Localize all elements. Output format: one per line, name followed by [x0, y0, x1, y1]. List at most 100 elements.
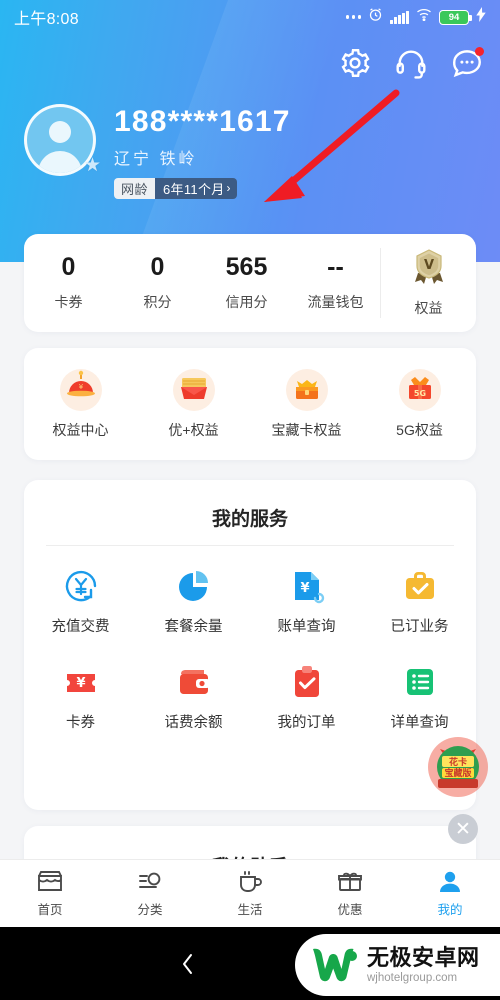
clipboard-check-icon — [287, 662, 327, 702]
header-action-group — [338, 46, 484, 80]
store-icon — [36, 869, 64, 895]
service-label: 已订业务 — [390, 619, 449, 635]
service-item-bill-query[interactable]: ¥ 账单查询 — [250, 566, 363, 636]
gift-ball-icon: ¥ — [59, 368, 103, 412]
stat-label: 积分 — [143, 293, 172, 310]
svg-text:5G: 5G — [413, 389, 425, 398]
wifi-icon — [416, 8, 432, 26]
benefit-item-treasure-card[interactable]: 宝藏卡权益 — [250, 368, 363, 440]
service-label: 话费余额 — [164, 715, 223, 731]
stat-item-points[interactable]: 0 积分 — [113, 252, 202, 312]
service-item-recharge[interactable]: 充值交费 — [24, 566, 137, 636]
netage-badge-value: 6年11个月 › — [155, 177, 237, 199]
benefit-item-rights-center[interactable]: ¥ 权益中心 — [24, 368, 137, 440]
service-label: 套餐余量 — [164, 619, 223, 635]
stat-item-rights[interactable]: V 权益 — [380, 248, 476, 318]
settings-icon[interactable] — [338, 46, 372, 80]
stat-value: 0 — [61, 252, 76, 281]
stats-card: 0 卡券 0 积分 565 信用分 -- 流量钱包 V 权益 — [24, 234, 476, 332]
headset-icon[interactable] — [394, 46, 428, 80]
gift-icon — [336, 869, 364, 895]
nav-item-offers[interactable]: 优惠 — [300, 869, 400, 918]
benefit-item-you-plus[interactable]: 优+权益 — [137, 368, 250, 440]
service-label: 账单查询 — [277, 619, 336, 635]
avatar-head — [49, 121, 71, 143]
treasure-chest-icon — [285, 368, 329, 412]
service-label: 充值交费 — [51, 619, 110, 635]
nav-label: 优惠 — [337, 903, 363, 917]
red-envelope-icon — [172, 368, 216, 412]
recharge-yuan-icon — [61, 566, 101, 606]
coffee-cup-icon — [236, 869, 264, 895]
benefits-card: ¥ 权益中心 优+权益 宝藏卡权益 5G 5G权益 — [24, 348, 476, 460]
bill-document-icon: ¥ — [287, 566, 327, 606]
stat-item-credit-score[interactable]: 565 信用分 — [202, 254, 291, 312]
list-lines-icon — [400, 662, 440, 702]
profile-block[interactable]: ★ 188****1617 辽宁 铁岭 网龄 6年11个月 › — [24, 104, 291, 199]
nav-item-life[interactable]: 生活 — [200, 869, 300, 918]
service-item-my-orders[interactable]: 我的订单 — [250, 662, 363, 732]
services-title: 我的服务 — [211, 509, 288, 530]
netage-duration: 6年11个月 — [163, 181, 225, 197]
chat-badge-dot — [475, 47, 484, 56]
service-item-wallet-balance[interactable]: 话费余额 — [137, 662, 250, 732]
bottom-nav-bar: 首页 分类 生活 优惠 我的 — [0, 859, 500, 927]
benefit-item-5g[interactable]: 5G 5G权益 — [363, 368, 476, 440]
service-item-plan-balance[interactable]: 套餐余量 — [137, 566, 250, 636]
stat-item-data-wallet[interactable]: -- 流量钱包 — [291, 254, 380, 312]
service-item-subscribed[interactable]: 已订业务 — [363, 566, 476, 636]
battery-percent: 94 — [448, 11, 460, 23]
benefit-label: 5G权益 — [396, 422, 443, 438]
watermark: 无极安卓网 wjhotelgroup.com — [295, 934, 500, 996]
nav-item-category[interactable]: 分类 — [100, 869, 200, 918]
5g-gift-icon: 5G — [398, 368, 442, 412]
svg-text:¥: ¥ — [300, 581, 309, 596]
profile-info: 188****1617 辽宁 铁岭 网龄 6年11个月 › — [114, 104, 291, 199]
service-item-detail-query[interactable]: 详单查询 — [363, 662, 476, 732]
services-grid: 充值交费 套餐余量 ¥ 账单查询 已订业务 ¥ 卡券 话费余额 我的订单 详单查… — [24, 546, 476, 758]
chevron-right-icon: › — [226, 181, 231, 196]
chat-icon[interactable] — [450, 46, 484, 80]
service-item-coupons[interactable]: ¥ 卡券 — [24, 662, 137, 732]
region-label: 辽宁 铁岭 — [114, 150, 198, 168]
svg-text:¥: ¥ — [76, 676, 85, 691]
signal-bars-icon — [390, 10, 409, 24]
charging-bolt-icon — [476, 7, 486, 27]
status-icon-group: 94 — [345, 7, 486, 27]
services-card: 我的服务 充值交费 套餐余量 ¥ 账单查询 已订业务 ¥ 卡券 话费余额 我的订… — [24, 480, 476, 810]
alarm-icon — [368, 7, 383, 27]
battery-icon: 94 — [439, 9, 472, 25]
stat-label: 卡券 — [54, 293, 83, 310]
avatar-star-badge-icon: ★ — [84, 155, 102, 176]
android-back-icon[interactable] — [177, 949, 199, 979]
nav-item-home[interactable]: 首页 — [0, 869, 100, 918]
person-icon — [436, 869, 464, 895]
status-time: 上午8:08 — [14, 11, 79, 28]
watermark-text: 无极安卓网 wjhotelgroup.com — [367, 946, 480, 984]
benefit-label: 权益中心 — [52, 422, 109, 438]
svg-text:V: V — [423, 258, 433, 273]
vip-medal-icon: V — [412, 248, 446, 286]
svg-text:¥: ¥ — [78, 383, 83, 391]
nav-label: 生活 — [237, 903, 263, 917]
stat-label: 权益 — [414, 300, 443, 316]
pie-chart-icon — [174, 566, 214, 606]
netage-badge-label: 网龄 — [114, 177, 156, 199]
nav-item-mine[interactable]: 我的 — [400, 869, 500, 918]
ad-close-icon[interactable]: ✕ — [448, 814, 478, 844]
nav-label: 首页 — [37, 903, 63, 917]
watermark-url: wjhotelgroup.com — [367, 972, 458, 985]
floating-ad-banner[interactable]: 花卡 宝藏版 — [426, 735, 490, 799]
watermark-title: 无极安卓网 — [367, 944, 480, 970]
service-label: 我的订单 — [277, 715, 336, 731]
stat-label: 流量钱包 — [307, 293, 364, 310]
service-label: 详单查询 — [390, 715, 449, 731]
stat-value: 0 — [150, 252, 165, 281]
stat-label: 信用分 — [225, 293, 268, 310]
netage-badge[interactable]: 网龄 6年11个月 › — [114, 177, 237, 199]
nav-label: 我的 — [437, 903, 463, 917]
stat-item-coupons[interactable]: 0 卡券 — [24, 252, 113, 312]
briefcase-check-icon — [400, 566, 440, 606]
benefit-label: 优+权益 — [168, 422, 219, 438]
phone-screen: 上午8:08 94 ★ 188****1617 辽宁 铁岭 网龄 6年11个月 … — [0, 0, 500, 1000]
